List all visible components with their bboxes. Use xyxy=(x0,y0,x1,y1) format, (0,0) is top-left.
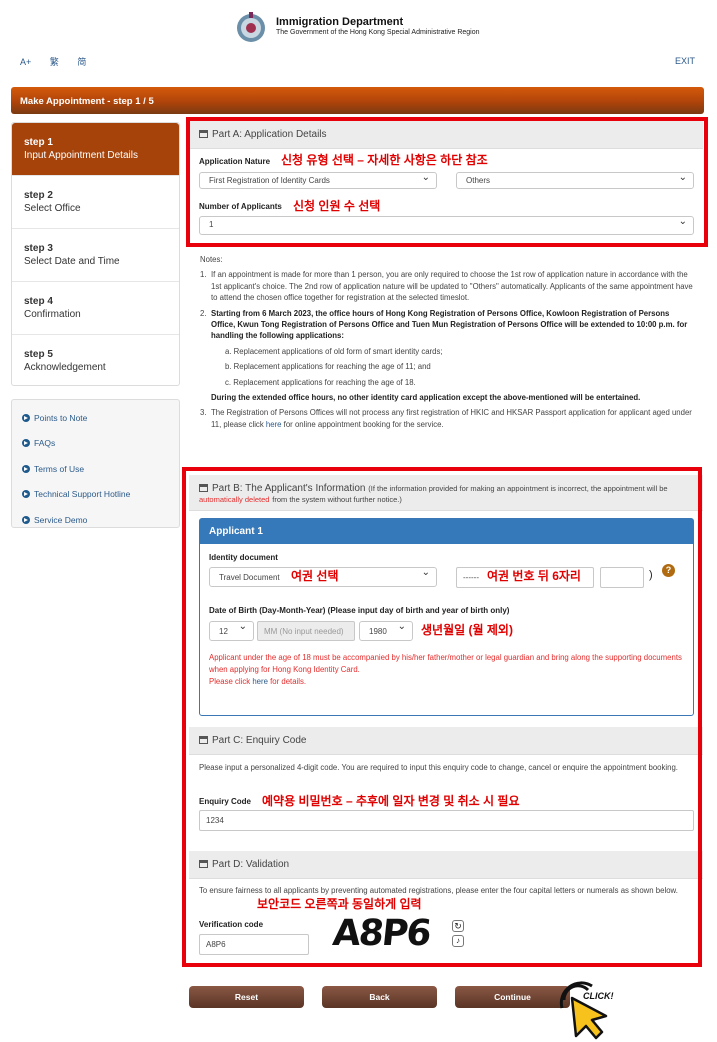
arrow-circle-icon xyxy=(22,464,30,473)
step-4: step 4 Confirmation xyxy=(12,282,179,335)
captcha-image: A8P6 xyxy=(330,913,432,954)
step-3: step 3 Select Date and Time xyxy=(12,229,179,282)
gov-name: The Government of the Hong Kong Special … xyxy=(276,29,480,36)
nature-label: Application Nature xyxy=(199,157,271,166)
verification-label: Verification code xyxy=(199,920,264,929)
click-label: CLICK! xyxy=(583,991,614,1001)
annotation-nature: 신청 유형 선택 – 자세한 사항은 하단 참조 xyxy=(281,153,488,167)
annotation-id: 여권 선택 xyxy=(291,569,339,583)
doc-number-input[interactable] xyxy=(600,567,644,588)
form-icon xyxy=(199,860,208,868)
continue-button[interactable]: Continue xyxy=(455,986,570,1008)
age-warning: Applicant under the age of 18 must be ac… xyxy=(209,653,682,686)
part-b-header: Part B: The Applicant's Information (If … xyxy=(189,475,703,511)
dob-month-field: MM (No input needed) xyxy=(257,621,355,641)
faqs-link[interactable]: FAQs xyxy=(12,431,179,457)
nature2-select[interactable]: Others xyxy=(456,172,694,189)
dob-year-select[interactable]: 1980 xyxy=(359,621,413,641)
applicant-title: Applicant 1 xyxy=(200,519,693,544)
dob-label: Date of Birth (Day-Month-Year) (Please i… xyxy=(209,606,510,615)
dept-name: Immigration Department xyxy=(276,16,404,28)
part-d-header: Part D: Validation xyxy=(189,851,703,879)
refresh-icon[interactable]: ↻ xyxy=(452,920,464,932)
audio-icon[interactable]: ♪ xyxy=(452,935,464,947)
arrow-circle-icon xyxy=(22,490,30,499)
id-doc-label: Identity document xyxy=(209,553,278,562)
annotation-enquiry: 예약용 비밀번호 – 추후에 일자 변경 및 취소 시 필요 xyxy=(262,794,520,808)
annotation-captcha: 보안코드 오른쪽과 동일하게 입력 xyxy=(257,897,422,911)
step-1: step 1 Input Appointment Details xyxy=(12,123,179,176)
service-demo-link[interactable]: Service Demo xyxy=(12,507,179,533)
exit-link[interactable]: EXIT xyxy=(675,56,695,66)
part-a-header: Part A: Application Details xyxy=(189,121,703,149)
enquiry-code-input[interactable]: 1234 xyxy=(199,810,694,831)
support-hotline-link[interactable]: Technical Support Hotline xyxy=(12,482,179,508)
terms-of-use-link[interactable]: Terms of Use xyxy=(12,456,179,482)
reset-button[interactable]: Reset xyxy=(189,986,304,1008)
part-c-header: Part C: Enquiry Code xyxy=(189,727,703,755)
verification-input[interactable]: A8P6 xyxy=(199,934,309,955)
step-list: step 1 Input Appointment Details step 2 Se… xyxy=(11,122,180,386)
header: Immigration Department The Government of… xyxy=(0,0,717,80)
help-icon[interactable]: ? xyxy=(662,564,675,577)
back-button[interactable]: Back xyxy=(322,986,437,1008)
online-booking-link[interactable]: here xyxy=(266,420,282,429)
form-icon xyxy=(199,484,208,492)
form-icon xyxy=(199,736,208,744)
arrow-circle-icon xyxy=(22,439,30,448)
click-cursor-icon xyxy=(559,981,608,1040)
arrow-circle-icon xyxy=(22,413,30,422)
annotation-dob: 생년월일 (월 제외) xyxy=(421,623,513,637)
font-size-button[interactable]: A+ xyxy=(20,57,31,67)
step-5: step 5 Acknowledgement xyxy=(24,349,106,373)
arrow-circle-icon xyxy=(22,515,30,524)
font-tools: A+ 繁 简 xyxy=(20,55,102,68)
emblem-icon xyxy=(237,12,265,42)
dob-day-select[interactable]: 12 xyxy=(209,621,254,641)
traditional-chinese-link[interactable]: 繁 xyxy=(50,57,59,67)
close-paren: ) xyxy=(649,569,653,581)
simplified-chinese-link[interactable]: 简 xyxy=(77,57,86,67)
num-applicants-select[interactable]: 1 xyxy=(199,216,694,235)
details-link[interactable]: here xyxy=(252,677,268,686)
annotation-num: 신청 인원 수 선택 xyxy=(293,199,381,213)
nature-select[interactable]: First Registration of Identity Cards xyxy=(199,172,437,189)
enquiry-desc: Please input a personalized 4-digit code… xyxy=(199,763,678,772)
points-to-note-link[interactable]: Points to Note xyxy=(12,405,179,431)
annotation-docno: 여권 번호 뒤 6자리 xyxy=(487,569,581,583)
help-links: Points to Note FAQs Terms of Use Technic… xyxy=(11,399,180,528)
page-title: Make Appointment - step 1 / 5 xyxy=(11,87,704,114)
enquiry-label: Enquiry Code xyxy=(199,797,252,806)
form-icon xyxy=(199,130,208,138)
notes: Notes: 1. If an appointment is made for m… xyxy=(200,255,693,429)
num-applicants-label: Number of Applicants xyxy=(199,202,282,211)
step-2: step 2 Select Office xyxy=(12,176,179,229)
